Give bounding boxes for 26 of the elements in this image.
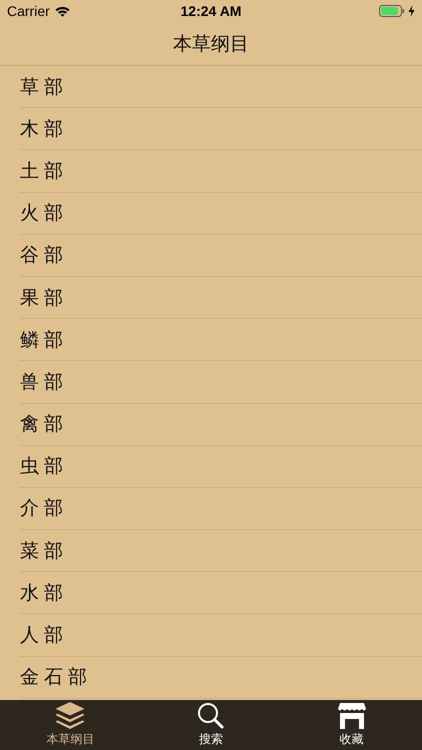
- carrier-name: Carrier: [7, 3, 50, 19]
- category-item[interactable]: 鳞部: [20, 326, 68, 353]
- category-item[interactable]: 水部: [20, 580, 68, 606]
- category-item[interactable]: 人部: [20, 622, 68, 648]
- category-item[interactable]: 土部: [20, 158, 68, 184]
- tab-button[interactable]: 搜索: [140, 700, 282, 750]
- category-item[interactable]: 草部: [20, 74, 68, 100]
- category-item[interactable]: 金石部: [20, 664, 92, 690]
- category-item[interactable]: 谷部: [20, 242, 68, 268]
- category-item[interactable]: 果部: [20, 284, 68, 311]
- tab-button[interactable]: 本草纲目: [0, 700, 141, 750]
- category-item[interactable]: 兽部: [20, 368, 68, 395]
- tab-button[interactable]: 收藏: [281, 700, 422, 750]
- category-item[interactable]: 禽部: [20, 411, 68, 438]
- category-item[interactable]: 介部: [20, 495, 68, 522]
- layers-icon: [54, 701, 86, 730]
- nav-title: 本草纲目: [173, 32, 249, 56]
- category-item[interactable]: 火部: [20, 200, 68, 226]
- wifi-icon: [54, 6, 70, 16]
- category-item[interactable]: 木部: [20, 116, 68, 142]
- status-time: 12:24 AM: [180, 3, 242, 19]
- battery-icon: [379, 5, 405, 17]
- store-icon: [336, 702, 367, 730]
- category-item[interactable]: 虫部: [20, 453, 68, 480]
- category-item[interactable]: 菜部: [20, 538, 68, 564]
- search-icon: [197, 702, 225, 730]
